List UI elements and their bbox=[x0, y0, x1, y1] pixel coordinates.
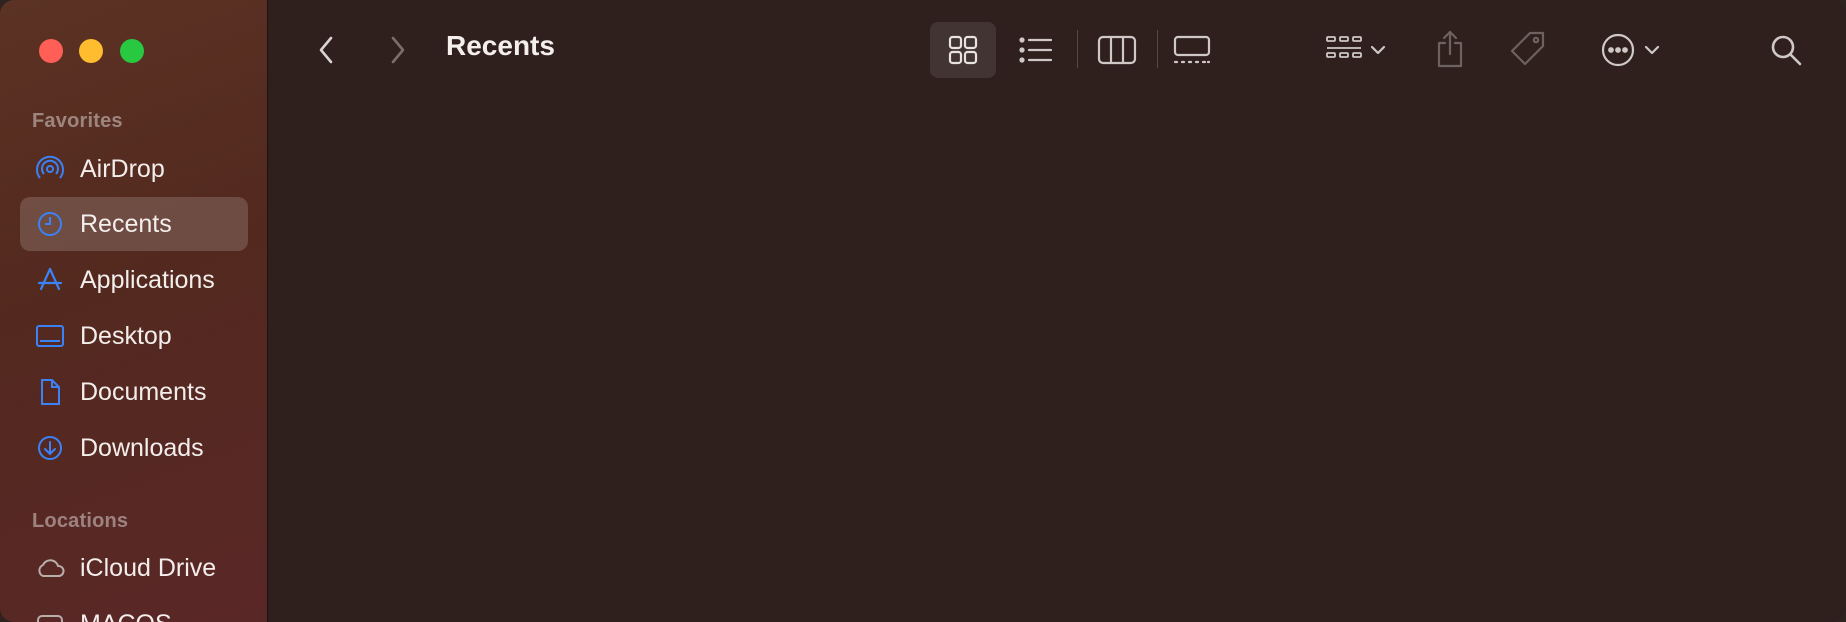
sidebar-item-label: AirDrop bbox=[80, 154, 165, 183]
airdrop-icon bbox=[34, 153, 66, 185]
ellipsis-icon bbox=[1600, 32, 1636, 68]
search-icon bbox=[1769, 33, 1803, 67]
sidebar: Favorites AirDrop Recents Applications D… bbox=[0, 0, 268, 622]
sidebar-item-macos[interactable]: MACOS bbox=[20, 597, 248, 622]
list-view-button[interactable] bbox=[1012, 26, 1060, 74]
toolbar-separator bbox=[1077, 30, 1078, 68]
favorites-header: Favorites bbox=[32, 110, 123, 132]
document-icon bbox=[34, 376, 66, 408]
chevron-down-icon bbox=[1644, 45, 1660, 55]
cloud-icon bbox=[34, 552, 66, 584]
sidebar-item-label: Desktop bbox=[80, 321, 172, 350]
finder-window: Favorites AirDrop Recents Applications D… bbox=[0, 0, 1846, 622]
sidebar-item-label: Documents bbox=[80, 377, 207, 406]
sidebar-item-downloads[interactable]: Downloads bbox=[20, 421, 248, 475]
toolbar-separator bbox=[1157, 30, 1158, 68]
sidebar-item-documents[interactable]: Documents bbox=[20, 365, 248, 419]
sidebar-item-icloud-drive[interactable]: iCloud Drive bbox=[20, 541, 248, 595]
minimize-button[interactable] bbox=[79, 39, 103, 63]
zoom-button[interactable] bbox=[120, 39, 144, 63]
chevron-down-icon bbox=[1370, 45, 1386, 55]
chevron-left-icon bbox=[317, 35, 335, 65]
columns-icon bbox=[1097, 34, 1137, 66]
icon-view-button[interactable] bbox=[930, 22, 996, 78]
grid-icon bbox=[947, 34, 979, 66]
sidebar-item-label: Downloads bbox=[80, 433, 204, 462]
sidebar-item-desktop[interactable]: Desktop bbox=[20, 309, 248, 363]
gallery-icon bbox=[1172, 34, 1212, 66]
locations-header: Locations bbox=[32, 510, 129, 532]
sidebar-item-applications[interactable]: Applications bbox=[20, 253, 248, 307]
sidebar-item-label: Recents bbox=[80, 209, 172, 238]
chevron-right-icon bbox=[389, 35, 407, 65]
group-icon bbox=[1324, 34, 1364, 66]
sidebar-item-recents[interactable]: Recents bbox=[20, 197, 248, 251]
applications-icon bbox=[34, 264, 66, 296]
sidebar-item-label: MACOS bbox=[80, 610, 172, 622]
close-button[interactable] bbox=[39, 39, 63, 63]
clock-icon bbox=[34, 208, 66, 240]
share-button[interactable] bbox=[1430, 24, 1470, 74]
column-view-button[interactable] bbox=[1092, 26, 1142, 74]
back-button[interactable] bbox=[308, 30, 344, 70]
gallery-view-button[interactable] bbox=[1168, 26, 1216, 74]
group-button[interactable] bbox=[1318, 26, 1392, 74]
sidebar-item-label: Applications bbox=[80, 265, 215, 294]
content-area bbox=[269, 0, 1846, 622]
forward-button[interactable] bbox=[380, 30, 416, 70]
sidebar-item-label: iCloud Drive bbox=[80, 553, 217, 582]
download-icon bbox=[34, 432, 66, 464]
search-button[interactable] bbox=[1764, 28, 1808, 72]
tag-icon bbox=[1508, 29, 1548, 69]
tag-button[interactable] bbox=[1505, 24, 1551, 74]
window-title: Recents bbox=[446, 30, 555, 61]
disk-icon bbox=[34, 608, 66, 622]
sidebar-item-airdrop[interactable]: AirDrop bbox=[20, 142, 248, 196]
desktop-icon bbox=[34, 320, 66, 352]
more-button[interactable] bbox=[1592, 26, 1668, 74]
list-icon bbox=[1018, 35, 1054, 65]
share-icon bbox=[1435, 29, 1465, 69]
